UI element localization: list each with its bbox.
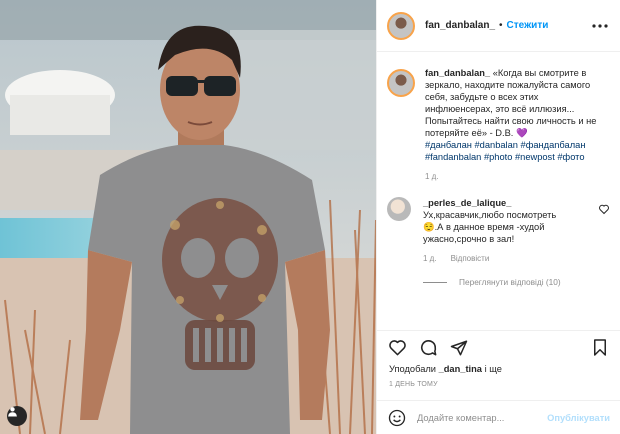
hashtag[interactable]: #fandanbalan	[425, 152, 481, 162]
caption-avatar[interactable]	[387, 69, 415, 97]
comment: _perles_de_lalique_ Ух,красавчик,любо по…	[387, 197, 610, 265]
person-icon	[8, 407, 17, 417]
likes-prefix: Уподобали	[389, 364, 439, 374]
caption-text: «Когда вы смотрите в зеркало, находите п…	[425, 68, 597, 138]
post-side-panel: fan_danbalan_ • Стежити fan_danbalan_ «К…	[376, 0, 620, 434]
comment-meta: 1 д. Відповісти	[423, 253, 593, 265]
hashtag[interactable]: #фандanбалан	[521, 140, 586, 150]
reply-button[interactable]: Відповісти	[451, 253, 490, 265]
caption-body: fan_danbalan_ «Когда вы смотрите в зерка…	[425, 67, 605, 183]
commenter-avatar[interactable]	[387, 197, 411, 221]
emoji-button[interactable]	[387, 408, 407, 428]
publish-button[interactable]: Опублікувати	[547, 413, 610, 423]
hashtag[interactable]: #newpost	[515, 152, 555, 162]
replies-divider	[423, 281, 447, 283]
tagged-users-button[interactable]	[7, 406, 27, 426]
smiley-icon	[388, 409, 406, 426]
author-avatar[interactable]	[387, 11, 415, 40]
comment-text-line1: Ух,красавчик,любо посмотреть	[423, 210, 557, 220]
caption: fan_danbalan_ «Когда вы смотрите в зерка…	[387, 67, 610, 183]
caption-time[interactable]: 1 д.	[425, 171, 605, 183]
hashtag[interactable]: #данбалан	[425, 140, 472, 150]
hashtag[interactable]: #фото	[557, 152, 584, 162]
caption-username[interactable]: fan_danbalan_	[425, 68, 490, 78]
post-photo[interactable]	[0, 0, 376, 434]
hashtag[interactable]: #photo	[484, 152, 512, 162]
comment-icon	[420, 340, 436, 356]
comment-button[interactable]	[418, 338, 438, 358]
likes-summary: Уподобали _dan_tina і ще	[389, 364, 502, 374]
like-button[interactable]	[387, 338, 407, 358]
comment-composer: Додайте коментар... Опублікувати	[377, 400, 620, 434]
save-button[interactable]	[590, 338, 610, 358]
more-options-button[interactable]	[590, 20, 610, 32]
paper-plane-icon	[450, 340, 468, 355]
likes-user[interactable]: _dan_tina	[439, 364, 482, 374]
comment-text-line2: 😌.А в данное время -худой ужасно,срочно …	[423, 222, 545, 244]
follow-button[interactable]: Стежити	[507, 20, 549, 31]
comment-body: _perles_de_lalique_ Ух,красавчик,любо по…	[423, 197, 593, 265]
comments-list[interactable]: fan_danbalan_ «Когда вы смотрите в зерка…	[377, 53, 620, 329]
view-replies-button[interactable]: Переглянути відповіді (10)	[423, 277, 610, 287]
share-button[interactable]	[449, 338, 469, 358]
comment-time[interactable]: 1 д.	[423, 253, 437, 265]
caption-heart: 💜	[515, 128, 528, 138]
bookmark-icon	[594, 339, 606, 356]
hashtag[interactable]: #danbalan	[475, 140, 518, 150]
post-header: fan_danbalan_ • Стежити	[377, 0, 620, 52]
post-timestamp[interactable]: 1 ДЕНЬ ТОМУ	[389, 381, 438, 388]
photo-illustration	[0, 0, 376, 434]
action-bar	[377, 330, 620, 364]
comment-input[interactable]: Додайте коментар...	[417, 413, 547, 423]
view-replies-label: Переглянути відповіді (10)	[459, 277, 561, 287]
likes-suffix[interactable]: і ще	[482, 364, 502, 374]
comment-like-icon[interactable]	[598, 203, 610, 215]
commenter-username[interactable]: _perles_de_lalique_	[423, 198, 511, 208]
more-horizontal-icon	[592, 23, 608, 28]
heart-icon	[388, 340, 406, 356]
author-username[interactable]: fan_danbalan_	[425, 20, 495, 31]
separator-dot: •	[499, 20, 503, 31]
